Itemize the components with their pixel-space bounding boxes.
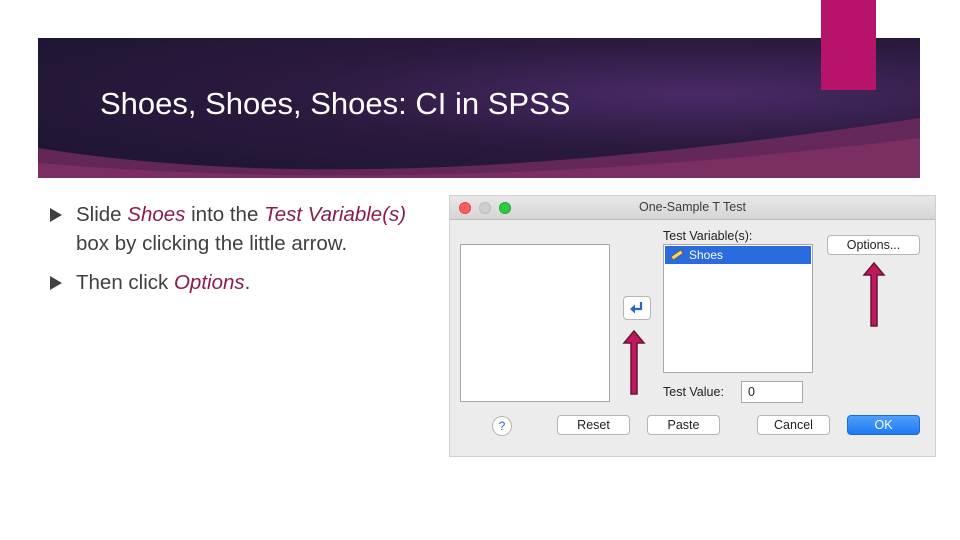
ruler-icon	[670, 249, 684, 261]
test-value-input[interactable]: 0	[741, 381, 803, 403]
bullet-emphasis: Test Variable(s)	[264, 203, 407, 226]
bullet-text: box by clicking the little arrow.	[76, 232, 348, 255]
dialog-title: One-Sample T Test	[450, 200, 935, 214]
bullet-item: Then click Options.	[50, 268, 430, 297]
bullet-text: into the	[185, 203, 265, 226]
bullet-text: Then click	[76, 271, 174, 294]
ok-button[interactable]: OK	[847, 415, 920, 435]
accent-bar	[821, 0, 876, 90]
bullet-text: .	[244, 271, 251, 294]
bullet-list: Slide Shoes into the Test Variable(s) bo…	[50, 200, 430, 307]
source-variable-list[interactable]	[460, 244, 610, 402]
move-to-test-variable-button[interactable]	[623, 296, 651, 320]
bullet-item: Slide Shoes into the Test Variable(s) bo…	[50, 200, 430, 258]
bullet-arrow-icon	[50, 276, 62, 290]
slide-title: Shoes, Shoes, Shoes: CI in SPSS	[100, 86, 571, 121]
bullet-text: Slide	[76, 203, 128, 226]
annotation-arrow-up-icon	[862, 262, 886, 327]
variable-label: Shoes	[689, 248, 724, 262]
dialog-titlebar: One-Sample T Test	[450, 196, 935, 220]
dialog-title-text: One-Sample T Test	[638, 200, 746, 214]
return-arrow-icon	[630, 302, 643, 314]
bullet-emphasis: Shoes	[127, 203, 186, 226]
annotation-arrow-up-icon	[622, 330, 646, 395]
test-variables-list[interactable]: Shoes	[663, 244, 813, 373]
cancel-button[interactable]: Cancel	[757, 415, 830, 435]
reset-button[interactable]: Reset	[557, 415, 630, 435]
bullet-emphasis: Options	[173, 271, 245, 294]
help-button[interactable]: ?	[492, 416, 512, 436]
variable-item-shoes[interactable]: Shoes	[665, 246, 811, 264]
test-variables-label: Test Variable(s):	[663, 229, 753, 243]
options-button[interactable]: Options...	[827, 235, 920, 255]
test-value-label: Test Value:	[663, 385, 724, 399]
bullet-arrow-icon	[50, 208, 62, 222]
paste-button[interactable]: Paste	[647, 415, 720, 435]
